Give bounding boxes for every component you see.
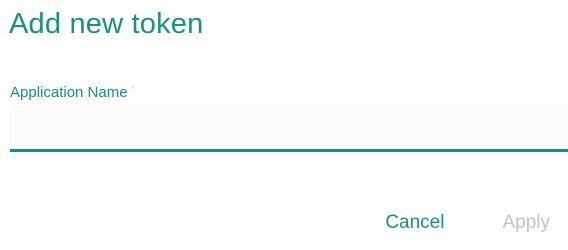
cancel-button[interactable]: Cancel — [385, 212, 444, 234]
application-name-label: Application Name * — [10, 82, 136, 101]
dialog-title: Add new token — [9, 8, 204, 40]
dialog-actions: Cancel Apply — [385, 212, 550, 234]
add-token-dialog: Add new token Application Name * Cancel A… — [0, 0, 568, 250]
application-name-field: Application Name * — [10, 82, 568, 158]
apply-button[interactable]: Apply — [502, 212, 550, 234]
application-name-label-text: Application Name — [10, 84, 128, 101]
application-name-input[interactable] — [10, 106, 568, 152]
required-marker: * — [130, 82, 136, 97]
